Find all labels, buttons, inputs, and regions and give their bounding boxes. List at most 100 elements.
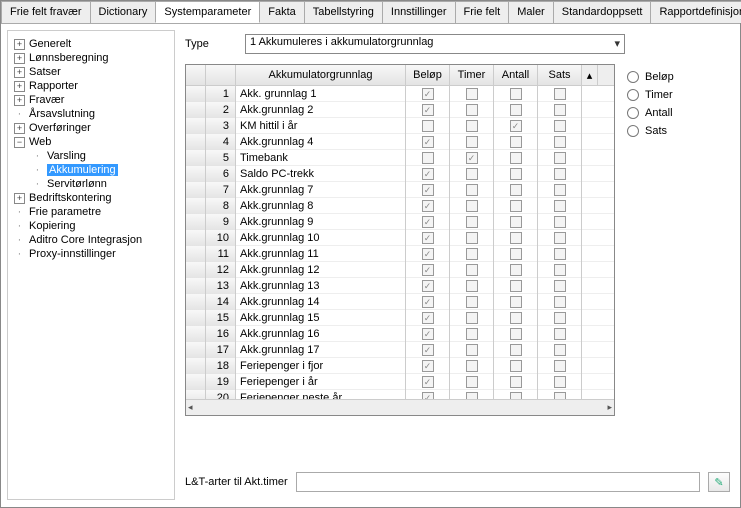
cell-antall[interactable] bbox=[494, 262, 538, 278]
cell-antall[interactable] bbox=[494, 134, 538, 150]
checkbox-antall[interactable] bbox=[510, 248, 522, 260]
table-row[interactable]: 2Akk.grunnlag 2 bbox=[186, 102, 614, 118]
checkbox-antall[interactable] bbox=[510, 216, 522, 228]
cell-sats[interactable] bbox=[538, 134, 582, 150]
radio-beløp[interactable]: Beløp bbox=[627, 68, 674, 86]
checkbox-sats[interactable] bbox=[554, 120, 566, 132]
cell-belop[interactable] bbox=[406, 294, 450, 310]
cell-antall[interactable] bbox=[494, 102, 538, 118]
scroll-up-icon[interactable]: ▴ bbox=[582, 65, 598, 85]
tree-item-proxy-innstillinger[interactable]: ·Proxy-innstillinger bbox=[10, 247, 172, 261]
checkbox-antall[interactable] bbox=[510, 232, 522, 244]
checkbox-sats[interactable] bbox=[554, 104, 566, 116]
cell-timer[interactable] bbox=[450, 150, 494, 166]
cell-sats[interactable] bbox=[538, 166, 582, 182]
tree-item-fravær[interactable]: +Fravær bbox=[10, 93, 172, 107]
table-row[interactable]: 15Akk.grunnlag 15 bbox=[186, 310, 614, 326]
cell-sats[interactable] bbox=[538, 246, 582, 262]
cell-timer[interactable] bbox=[450, 214, 494, 230]
checkbox-belop[interactable] bbox=[422, 360, 434, 372]
cell-belop[interactable] bbox=[406, 262, 450, 278]
edit-button[interactable]: ✎ bbox=[708, 472, 730, 492]
checkbox-sats[interactable] bbox=[554, 168, 566, 180]
checkbox-timer[interactable] bbox=[466, 280, 478, 292]
checkbox-antall[interactable] bbox=[510, 280, 522, 292]
cell-antall[interactable] bbox=[494, 182, 538, 198]
cell-belop[interactable] bbox=[406, 182, 450, 198]
cell-belop[interactable] bbox=[406, 358, 450, 374]
tree-item-årsavslutning[interactable]: ·Årsavslutning bbox=[10, 107, 172, 121]
cell-timer[interactable] bbox=[450, 166, 494, 182]
cell-belop[interactable] bbox=[406, 326, 450, 342]
expand-icon[interactable]: + bbox=[14, 67, 25, 78]
checkbox-belop[interactable] bbox=[422, 104, 434, 116]
cell-belop[interactable] bbox=[406, 374, 450, 390]
cell-timer[interactable] bbox=[450, 326, 494, 342]
cell-timer[interactable] bbox=[450, 198, 494, 214]
checkbox-belop[interactable] bbox=[422, 264, 434, 276]
checkbox-timer[interactable] bbox=[466, 296, 478, 308]
checkbox-antall[interactable] bbox=[510, 328, 522, 340]
checkbox-antall[interactable] bbox=[510, 152, 522, 164]
table-row[interactable]: 3KM hittil i år bbox=[186, 118, 614, 134]
cell-belop[interactable] bbox=[406, 278, 450, 294]
cell-antall[interactable] bbox=[494, 342, 538, 358]
tree-item-lønnsberegning[interactable]: +Lønnsberegning bbox=[10, 51, 172, 65]
tree-item-overføringer[interactable]: +Overføringer bbox=[10, 121, 172, 135]
cell-sats[interactable] bbox=[538, 198, 582, 214]
table-row[interactable]: 18Feriepenger i fjor bbox=[186, 358, 614, 374]
checkbox-timer[interactable] bbox=[466, 312, 478, 324]
cell-antall[interactable] bbox=[494, 214, 538, 230]
cell-antall[interactable] bbox=[494, 326, 538, 342]
cell-antall[interactable] bbox=[494, 294, 538, 310]
grid-header-sats[interactable]: Sats bbox=[538, 65, 582, 85]
checkbox-antall[interactable] bbox=[510, 88, 522, 100]
table-row[interactable]: 5Timebank bbox=[186, 150, 614, 166]
table-row[interactable]: 11Akk.grunnlag 11 bbox=[186, 246, 614, 262]
checkbox-timer[interactable] bbox=[466, 376, 478, 388]
checkbox-belop[interactable] bbox=[422, 280, 434, 292]
checkbox-antall[interactable] bbox=[510, 344, 522, 356]
tab-4[interactable]: Tabellstyring bbox=[304, 1, 383, 23]
tab-6[interactable]: Frie felt bbox=[455, 1, 510, 23]
table-row[interactable]: 17Akk.grunnlag 17 bbox=[186, 342, 614, 358]
scroll-right-icon[interactable]: ▸ bbox=[607, 402, 612, 413]
radio-antall[interactable]: Antall bbox=[627, 104, 674, 122]
cell-timer[interactable] bbox=[450, 342, 494, 358]
cell-sats[interactable] bbox=[538, 118, 582, 134]
cell-belop[interactable] bbox=[406, 246, 450, 262]
cell-timer[interactable] bbox=[450, 278, 494, 294]
checkbox-belop[interactable] bbox=[422, 88, 434, 100]
checkbox-sats[interactable] bbox=[554, 344, 566, 356]
cell-sats[interactable] bbox=[538, 150, 582, 166]
checkbox-sats[interactable] bbox=[554, 152, 566, 164]
checkbox-antall[interactable] bbox=[510, 360, 522, 372]
cell-belop[interactable] bbox=[406, 134, 450, 150]
cell-timer[interactable] bbox=[450, 118, 494, 134]
checkbox-timer[interactable] bbox=[466, 184, 478, 196]
checkbox-antall[interactable] bbox=[510, 136, 522, 148]
checkbox-belop[interactable] bbox=[422, 312, 434, 324]
grid-header-name[interactable]: Akkumulatorgrunnlag bbox=[236, 65, 406, 85]
tree-item-servitørlønn[interactable]: ·Servitørlønn bbox=[28, 177, 172, 191]
expand-icon[interactable]: + bbox=[14, 53, 25, 64]
cell-timer[interactable] bbox=[450, 134, 494, 150]
tree-item-akkumulering[interactable]: ·Akkumulering bbox=[28, 163, 172, 177]
checkbox-antall[interactable] bbox=[510, 120, 522, 132]
checkbox-sats[interactable] bbox=[554, 200, 566, 212]
tree-item-generelt[interactable]: +Generelt bbox=[10, 37, 172, 51]
cell-sats[interactable] bbox=[538, 230, 582, 246]
cell-antall[interactable] bbox=[494, 310, 538, 326]
scroll-left-icon[interactable]: ◂ bbox=[188, 402, 193, 413]
table-row[interactable]: 13Akk.grunnlag 13 bbox=[186, 278, 614, 294]
checkbox-antall[interactable] bbox=[510, 296, 522, 308]
tree-item-varsling[interactable]: ·Varsling bbox=[28, 149, 172, 163]
type-select[interactable]: 1 Akkumuleres i akkumulatorgrunnlag bbox=[245, 34, 625, 54]
tab-5[interactable]: Innstillinger bbox=[382, 1, 456, 23]
checkbox-belop[interactable] bbox=[422, 200, 434, 212]
cell-timer[interactable] bbox=[450, 310, 494, 326]
checkbox-timer[interactable] bbox=[466, 328, 478, 340]
cell-timer[interactable] bbox=[450, 246, 494, 262]
radio-timer[interactable]: Timer bbox=[627, 86, 674, 104]
tab-7[interactable]: Maler bbox=[508, 1, 554, 23]
